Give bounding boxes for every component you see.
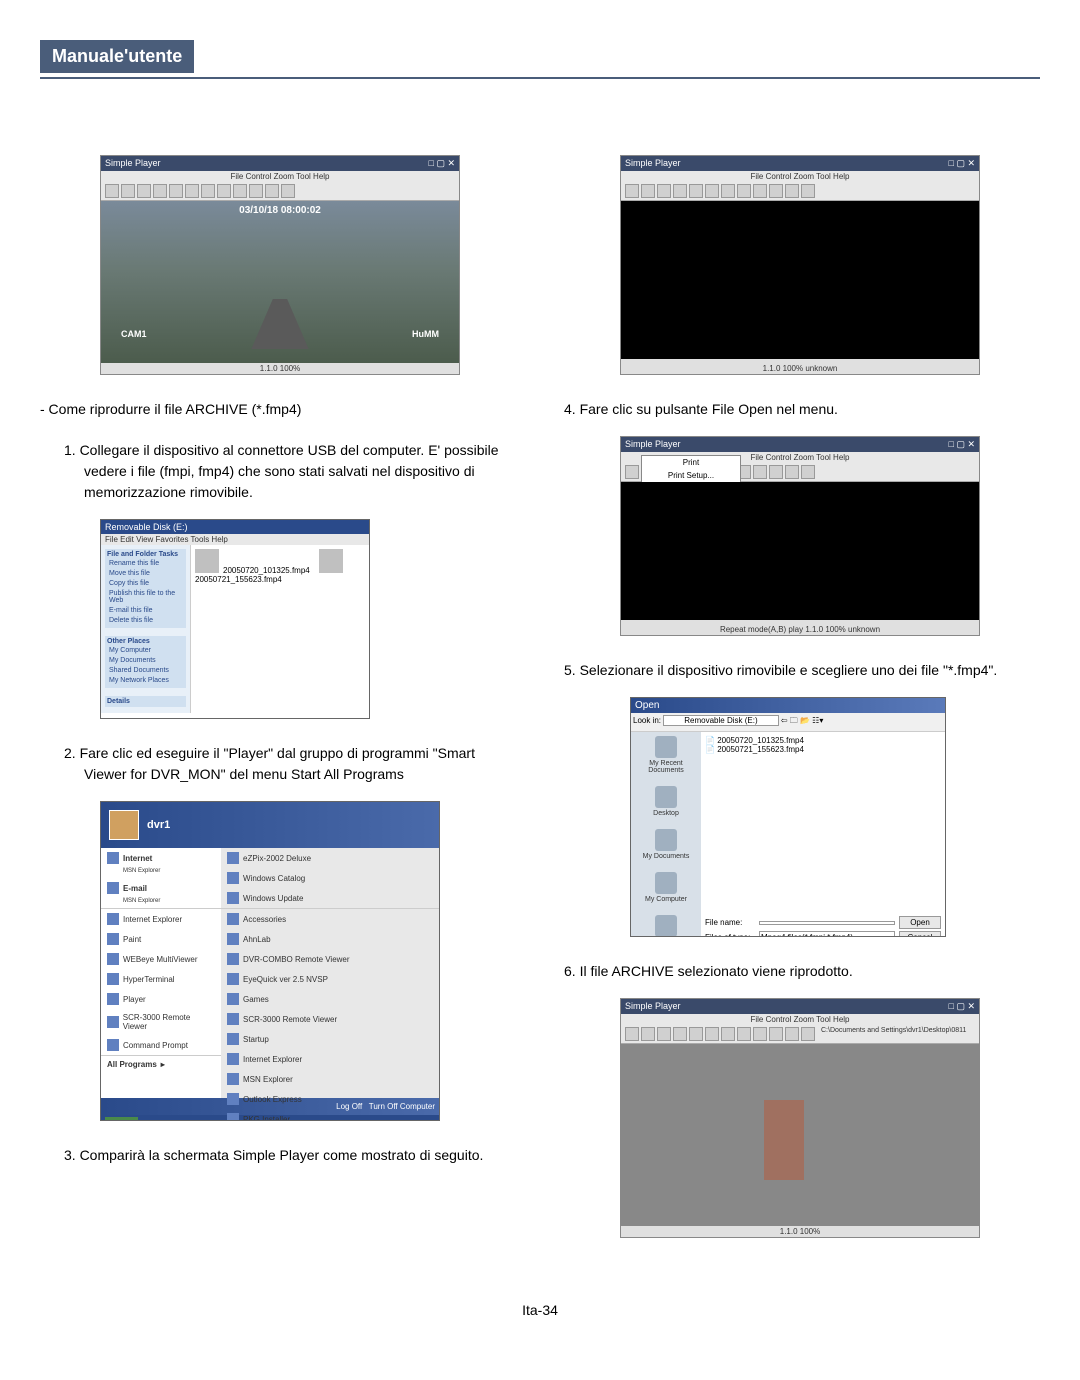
- explorer-title: Removable Disk (E:): [101, 520, 369, 534]
- player-screenshot-empty: Simple Player□ ▢ ✕ File Control Zoom Too…: [620, 155, 980, 375]
- step-2-text: 2. Fare clic ed eseguire il "Player" dal…: [40, 743, 520, 785]
- header-bar: Manuale'utente: [40, 40, 194, 73]
- player-titlebar: Simple Player□ ▢ ✕: [101, 156, 459, 171]
- dialog-main: 📄 20050720_101325.fmp4 📄 20050721_155623…: [701, 732, 945, 937]
- explorer-sidebar: File and Folder Tasks Rename this file M…: [101, 545, 191, 713]
- right-column: Simple Player□ ▢ ✕ File Control Zoom Too…: [560, 139, 1040, 1262]
- explorer-screenshot: Removable Disk (E:) File Edit View Favor…: [100, 519, 370, 719]
- step-3-text: 3. Comparirà la schermata Simple Player …: [40, 1145, 520, 1166]
- step-1-text: 1. Collegare il dispositivo al connettor…: [40, 440, 520, 503]
- step-6-text: 6. Il file ARCHIVE selezionato viene rip…: [560, 961, 1040, 982]
- startmenu-left: Internet MSN Explorer E-mail MSN Explore…: [101, 848, 221, 1098]
- player-screenshot-playback: Simple Player□ ▢ ✕ File Control Zoom Too…: [620, 998, 980, 1238]
- open-dialog-screenshot: Open Look in: Removable Disk (E:) ⇦ 🗀 📂 …: [630, 697, 946, 937]
- page-number: Ita-34: [40, 1302, 1040, 1318]
- intro-text: - Come riprodurre il file ARCHIVE (*.fmp…: [40, 399, 520, 420]
- left-column: Simple Player□ ▢ ✕ File Control Zoom Too…: [40, 139, 520, 1262]
- player-menubar: File Control Zoom Tool Help: [101, 171, 459, 182]
- user-name: dvr1: [147, 819, 170, 831]
- dialog-sidebar: My Recent Documents Desktop My Documents…: [631, 732, 701, 937]
- user-icon: [109, 810, 139, 840]
- player-toolbar: [101, 182, 459, 201]
- explorer-menu: File Edit View Favorites Tools Help: [101, 534, 369, 545]
- player-status: 1.1.0 100%: [101, 363, 459, 374]
- header-line: [40, 77, 1040, 79]
- explorer-files: 20050720_101325.fmp4 20050721_155623.fmp…: [191, 545, 369, 713]
- step-4-text: 4. Fare clic su pulsante File Open nel m…: [560, 399, 1040, 420]
- player-screenshot-menu: Simple Player□ ▢ ✕ File Control Zoom Too…: [620, 436, 980, 636]
- timestamp-overlay: 03/10/18 08:00:02: [239, 205, 321, 216]
- player-screenshot-1: Simple Player□ ▢ ✕ File Control Zoom Too…: [100, 155, 460, 375]
- cam-label-2: HuMM: [412, 329, 439, 339]
- startmenu-right: eZPix-2002 Deluxe Windows Catalog Window…: [221, 848, 439, 1098]
- startmenu-screenshot: dvr1 Internet MSN Explorer E-mail MSN Ex…: [100, 801, 440, 1121]
- step-5-text: 5. Selezionare il dispositivo rimovibile…: [560, 660, 1040, 681]
- cam-label-1: CAM1: [121, 329, 147, 339]
